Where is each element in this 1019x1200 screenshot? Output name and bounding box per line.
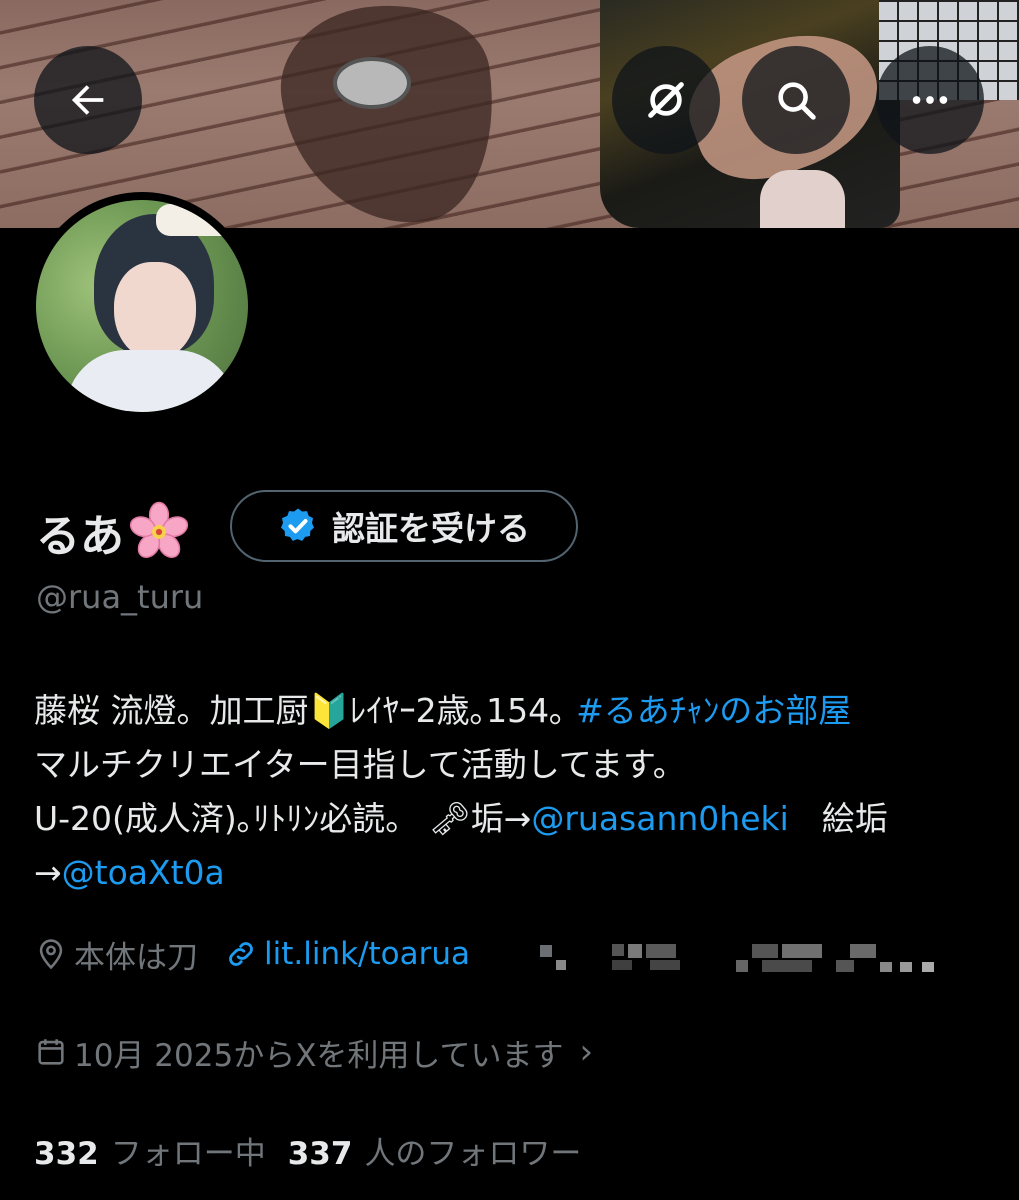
more-button[interactable] — [876, 46, 984, 154]
more-dots-icon — [912, 96, 948, 104]
hashtag-link[interactable]: #るあﾁｬﾝのお部屋 — [576, 691, 851, 730]
verified-badge-icon — [281, 508, 314, 541]
bio-text: マルチクリエイター目指して活動してます。 — [34, 745, 686, 784]
bio-text: 藤桜 流燈。加工厨🔰ﾚｲﾔｰ2歳｡154｡ — [34, 691, 577, 730]
bio-line-1: 藤桜 流燈。加工厨🔰ﾚｲﾔｰ2歳｡154｡ #るあﾁｬﾝのお部屋 — [34, 684, 994, 738]
location-text: 本体は刀 — [74, 939, 198, 976]
bio-text: 絵垢 — [788, 799, 888, 838]
bio-line-3: U-20(成人済)｡ﾘﾄﾘﾝ必読。 🗝垢→@ruasann0heki 絵垢 — [34, 792, 994, 846]
search-icon — [778, 82, 816, 120]
link-icon — [229, 942, 253, 966]
bio-text: → — [34, 853, 62, 892]
display-name-text: るあ — [36, 511, 124, 562]
website-url: lit.link/toarua — [264, 936, 471, 972]
user-handle: @rua_turu — [36, 578, 204, 616]
followers-count[interactable]: 337 — [288, 1136, 353, 1172]
chevron-right-icon: › — [579, 1032, 594, 1072]
website-link[interactable]: lit.link/toarua — [224, 936, 470, 972]
avatar[interactable] — [28, 192, 256, 420]
profile-meta: 本体は刀 lit.link/toarua — [34, 930, 470, 978]
banner-leg — [760, 170, 845, 228]
get-verified-button[interactable]: 認証を受ける — [230, 490, 578, 562]
grok-button[interactable] — [612, 46, 720, 154]
avatar-image — [36, 200, 248, 412]
followers-label[interactable]: 人のフォロワー — [364, 1128, 581, 1173]
get-verified-label: 認証を受ける — [332, 509, 530, 548]
bio-line-2: マルチクリエイター目指して活動してます。 — [34, 738, 994, 792]
following-count[interactable]: 332 — [34, 1136, 99, 1172]
banner-shadow — [270, 0, 510, 228]
back-button[interactable] — [34, 46, 142, 154]
mention-link-ruasann0heki[interactable]: @ruasann0heki — [531, 799, 788, 838]
joined-text: 10月 2025からXを利用しています — [74, 1037, 564, 1074]
joined-date[interactable]: 10月 2025からXを利用しています › — [34, 1030, 593, 1074]
search-button[interactable] — [742, 46, 850, 154]
bio-line-4: →@toaXt0a — [34, 846, 994, 900]
grok-slash-icon — [648, 82, 684, 118]
banner-drain — [333, 57, 411, 109]
location-pin-icon — [39, 939, 63, 970]
mention-link-toaxt0a[interactable]: @toaXt0a — [62, 853, 225, 892]
follow-stats: 332 フォロー中 337 人のフォロワー — [34, 1128, 603, 1173]
display-name: るあ — [36, 500, 190, 564]
arrow-left-icon — [71, 85, 104, 115]
profile-bio: 藤桜 流燈。加工厨🔰ﾚｲﾔｰ2歳｡154｡ #るあﾁｬﾝのお部屋 マルチクリエイ… — [34, 684, 994, 900]
cherry-blossom-icon — [128, 501, 190, 563]
bio-text: U-20(成人済)｡ﾘﾄﾘﾝ必読。 🗝垢→ — [34, 799, 532, 838]
calendar-icon — [38, 1039, 64, 1065]
following-label[interactable]: フォロー中 — [111, 1128, 266, 1173]
